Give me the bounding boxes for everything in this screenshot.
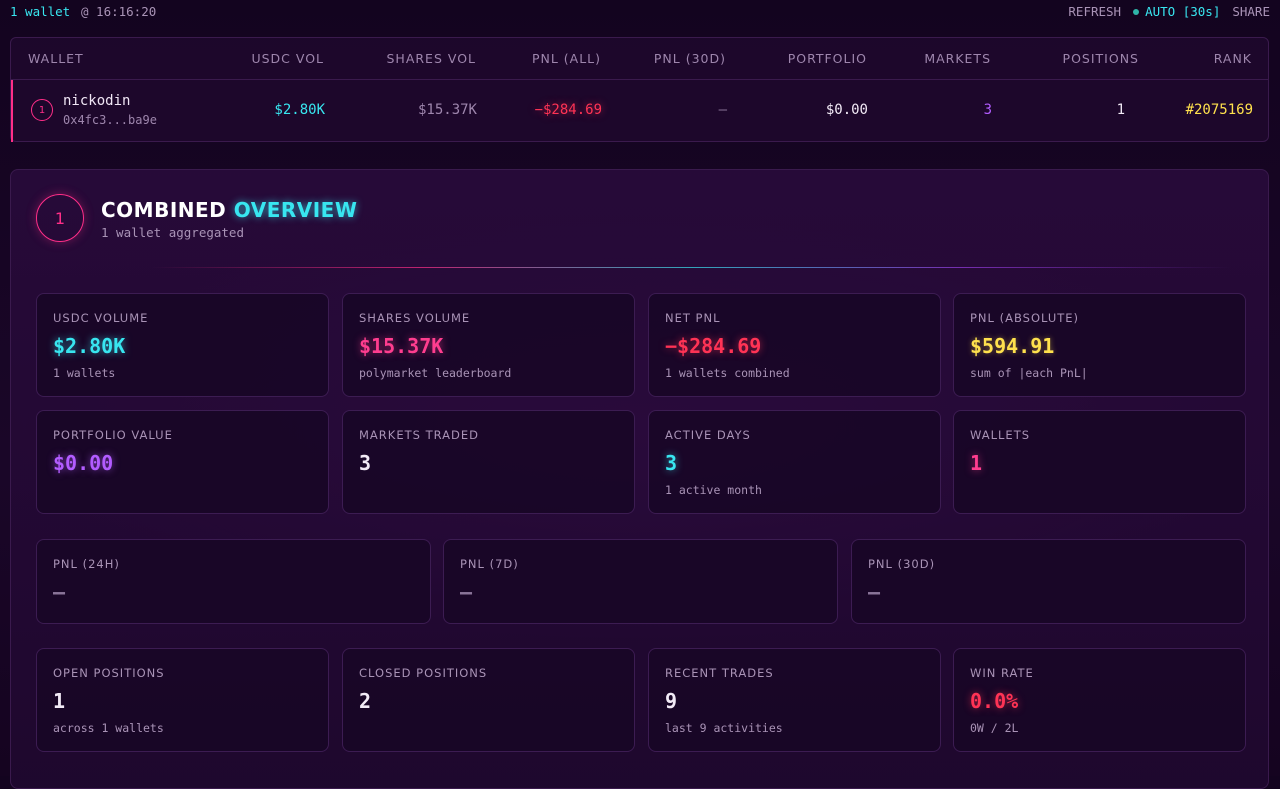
stat-recent-trades: RECENT TRADES 9 last 9 activities bbox=[648, 648, 941, 752]
cell-positions: 1 bbox=[1116, 102, 1125, 118]
stat-markets-traded: MARKETS TRADED 3 bbox=[342, 410, 635, 514]
stat-value: $0.00 bbox=[53, 451, 114, 475]
stat-value: 2 bbox=[359, 689, 372, 713]
stat-sub: last 9 activities bbox=[665, 721, 783, 735]
stat-value: 0.0% bbox=[970, 689, 1019, 713]
overview-title: COMBINED OVERVIEW bbox=[101, 198, 357, 222]
table-row[interactable]: 1 nickodin 0x4fc3...ba9e $2.80K $15.37K … bbox=[11, 80, 1268, 142]
stat-label: USDC VOLUME bbox=[53, 311, 149, 325]
stat-value: 1 bbox=[970, 451, 983, 475]
stat-value: 3 bbox=[665, 451, 678, 475]
stat-sub: 1 wallets bbox=[53, 366, 116, 380]
cell-usdc-vol: $2.80K bbox=[274, 102, 325, 118]
stat-label: SHARES VOLUME bbox=[359, 311, 471, 325]
col-markets[interactable]: MARKETS bbox=[924, 51, 991, 66]
col-portfolio[interactable]: PORTFOLIO bbox=[788, 51, 867, 66]
stat-value: — bbox=[53, 580, 66, 604]
stat-label: PNL (24H) bbox=[53, 557, 120, 571]
combined-overview-panel: 1 COMBINED OVERVIEW 1 wallet aggregated … bbox=[10, 169, 1269, 789]
stat-net-pnl: NET PNL −$284.69 1 wallets combined bbox=[648, 293, 941, 397]
col-positions[interactable]: POSITIONS bbox=[1063, 51, 1139, 66]
overview-subtitle: 1 wallet aggregated bbox=[101, 225, 244, 240]
stat-sub: 1 active month bbox=[665, 483, 762, 497]
auto-refresh-label: AUTO [30s] bbox=[1145, 4, 1221, 19]
stat-label: NET PNL bbox=[665, 311, 721, 325]
stat-label: WIN RATE bbox=[970, 666, 1034, 680]
wallet-table-header: WALLET USDC VOL SHARES VOL PNL (ALL) PNL… bbox=[11, 38, 1268, 80]
overview-title-word1: COMBINED bbox=[101, 198, 227, 222]
stat-value: $15.37K bbox=[359, 334, 444, 358]
row-index-badge: 1 bbox=[31, 99, 53, 121]
stat-value: −$284.69 bbox=[665, 334, 762, 358]
status-dot-icon bbox=[1133, 8, 1140, 15]
top-bar-actions: REFRESH AUTO [30s] SHARE bbox=[1068, 4, 1270, 19]
stat-label: RECENT TRADES bbox=[665, 666, 774, 680]
stat-label: PNL (7D) bbox=[460, 557, 519, 571]
stat-pnl-24h: PNL (24H) — bbox=[36, 539, 431, 624]
cell-rank: #2075169 bbox=[1185, 102, 1253, 118]
col-wallet[interactable]: WALLET bbox=[28, 51, 84, 66]
stat-value: 1 bbox=[53, 689, 66, 713]
wallet-name[interactable]: nickodin bbox=[63, 93, 130, 109]
stat-label: PNL (30D) bbox=[868, 557, 936, 571]
wallet-count: 1 wallet bbox=[10, 4, 71, 19]
stat-pnl-7d: PNL (7D) — bbox=[443, 539, 838, 624]
wallet-count-badge: 1 bbox=[36, 194, 84, 242]
stat-sub: polymarket leaderboard bbox=[359, 366, 512, 380]
stat-wallets: WALLETS 1 bbox=[953, 410, 1246, 514]
stat-pnl-absolute: PNL (ABSOLUTE) $594.91 sum of |each PnL| bbox=[953, 293, 1246, 397]
stat-sub: across 1 wallets bbox=[53, 721, 164, 735]
cell-portfolio: $0.00 bbox=[825, 102, 868, 118]
stat-pnl-30d: PNL (30D) — bbox=[851, 539, 1246, 624]
cell-shares-vol: $15.37K bbox=[417, 102, 477, 118]
col-usdc-vol[interactable]: USDC VOL bbox=[251, 51, 324, 66]
wallet-address[interactable]: 0x4fc3...ba9e bbox=[63, 113, 157, 127]
auto-refresh-toggle[interactable]: AUTO [30s] bbox=[1133, 4, 1220, 19]
col-rank[interactable]: RANK bbox=[1214, 51, 1252, 66]
stat-portfolio-value: PORTFOLIO VALUE $0.00 bbox=[36, 410, 329, 514]
stat-label: CLOSED POSITIONS bbox=[359, 666, 488, 680]
refresh-button[interactable]: REFRESH bbox=[1068, 4, 1121, 19]
stat-shares-volume: SHARES VOLUME $15.37K polymarket leaderb… bbox=[342, 293, 635, 397]
stat-label: ACTIVE DAYS bbox=[665, 428, 751, 442]
cell-markets: 3 bbox=[983, 102, 992, 118]
stat-active-days: ACTIVE DAYS 3 1 active month bbox=[648, 410, 941, 514]
stat-sub: sum of |each PnL| bbox=[970, 366, 1088, 380]
share-button[interactable]: SHARE bbox=[1232, 4, 1270, 19]
stat-sub: 0W / 2L bbox=[970, 721, 1019, 735]
cell-pnl-30d: — bbox=[718, 102, 727, 118]
col-shares-vol[interactable]: SHARES VOL bbox=[386, 51, 476, 66]
stat-value: 9 bbox=[665, 689, 678, 713]
wallet-table: WALLET USDC VOL SHARES VOL PNL (ALL) PNL… bbox=[10, 37, 1269, 142]
stat-value: — bbox=[868, 580, 881, 604]
stat-win-rate: WIN RATE 0.0% 0W / 2L bbox=[953, 648, 1246, 752]
stat-label: PNL (ABSOLUTE) bbox=[970, 311, 1080, 325]
stat-usdc-volume: USDC VOLUME $2.80K 1 wallets bbox=[36, 293, 329, 397]
stat-value: 3 bbox=[359, 451, 372, 475]
stat-value: — bbox=[460, 580, 473, 604]
stat-label: OPEN POSITIONS bbox=[53, 666, 165, 680]
cell-pnl-all: −$284.69 bbox=[534, 102, 602, 118]
col-pnl-30d[interactable]: PNL (30D) bbox=[654, 51, 726, 66]
stat-value: $2.80K bbox=[53, 334, 126, 358]
stat-label: MARKETS TRADED bbox=[359, 428, 479, 442]
col-pnl-all[interactable]: PNL (ALL) bbox=[532, 51, 601, 66]
stat-label: WALLETS bbox=[970, 428, 1031, 442]
last-updated-time: @ 16:16:20 bbox=[81, 4, 157, 19]
stat-open-positions: OPEN POSITIONS 1 across 1 wallets bbox=[36, 648, 329, 752]
stat-closed-positions: CLOSED POSITIONS 2 bbox=[342, 648, 635, 752]
stat-label: PORTFOLIO VALUE bbox=[53, 428, 173, 442]
divider bbox=[151, 267, 1231, 268]
top-bar: 1 wallet @ 16:16:20 REFRESH AUTO [30s] S… bbox=[0, 0, 1280, 24]
overview-title-word2: OVERVIEW bbox=[233, 198, 358, 222]
stat-value: $594.91 bbox=[970, 334, 1055, 358]
stat-sub: 1 wallets combined bbox=[665, 366, 790, 380]
